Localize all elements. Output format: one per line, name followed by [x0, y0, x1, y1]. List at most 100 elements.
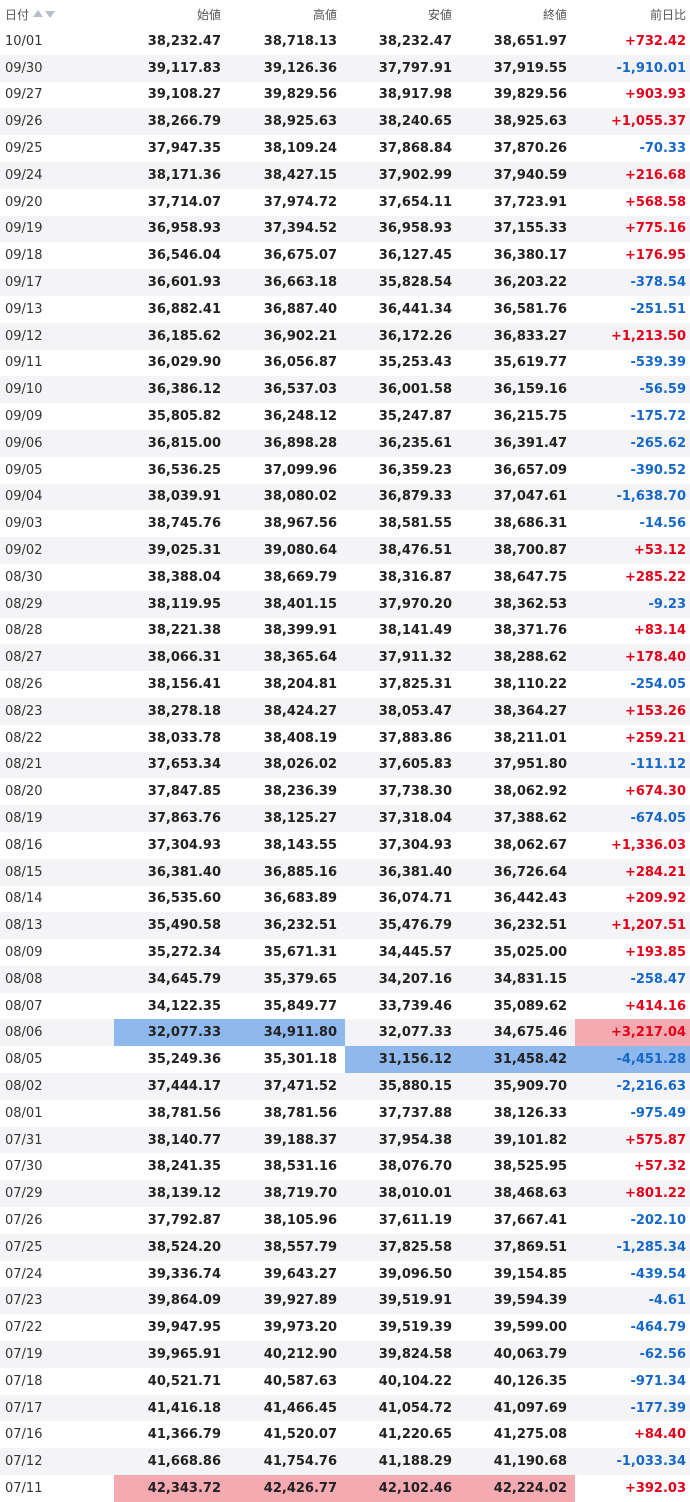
- high-cell: 38,026.02: [263, 757, 337, 773]
- date-cell: 08/19: [5, 811, 43, 826]
- low-cell: 39,824.58: [378, 1346, 452, 1362]
- low-cell: 37,738.30: [378, 784, 452, 800]
- high-cell: 39,188.37: [263, 1132, 337, 1148]
- low-cell: 37,605.83: [378, 757, 452, 773]
- table-row: 08/16 37,304.93 38,143.55 37,304.93 38,062.6…: [0, 832, 690, 859]
- low-cell: 38,010.01: [378, 1186, 452, 1202]
- open-cell: 36,381.40: [147, 864, 221, 880]
- high-cell: 38,105.96: [263, 1212, 337, 1228]
- date-cell: 09/26: [5, 114, 43, 130]
- change-cell: -56.59: [639, 382, 686, 398]
- high-cell: 41,520.07: [263, 1427, 337, 1443]
- close-cell: 42,224.02: [460, 1475, 575, 1502]
- table-row: 09/05 36,536.25 37,099.96 36,359.23 36,657.0…: [0, 457, 690, 484]
- change-cell: +3,217.04: [575, 1019, 690, 1047]
- change-cell: -971.34: [630, 1373, 686, 1389]
- table-row: 10/01 38,232.47 38,718.13 38,232.47 38,651.9…: [0, 28, 690, 55]
- change-cell: +1,055.37: [610, 114, 686, 130]
- high-cell: 35,379.65: [263, 971, 337, 987]
- close-cell: 37,951.80: [493, 757, 567, 773]
- high-cell: 40,587.63: [263, 1373, 337, 1389]
- table-row: 09/24 38,171.36 38,427.15 37,902.99 37,940.5…: [0, 161, 690, 189]
- date-cell: 08/29: [5, 596, 43, 612]
- close-cell: 38,362.53: [493, 596, 567, 612]
- low-cell: 37,797.91: [378, 60, 452, 76]
- table-row: 08/09 35,272.34 35,671.31 34,445.57 35,025.0…: [0, 939, 690, 966]
- low-cell: 38,316.87: [378, 569, 452, 585]
- open-cell: 34,645.79: [147, 971, 221, 987]
- header-date-cell[interactable]: 日付: [0, 0, 114, 28]
- change-cell: +732.42: [624, 33, 686, 49]
- high-cell: 38,424.27: [263, 703, 337, 719]
- close-cell: 37,869.51: [493, 1239, 567, 1255]
- table-row: 09/03 38,745.76 38,967.56 38,581.55 38,686.3…: [0, 510, 690, 537]
- table-row: 08/28 38,221.38 38,399.91 38,141.49 38,371.7…: [0, 618, 690, 645]
- date-cell: 07/11: [5, 1480, 43, 1496]
- open-cell: 38,119.95: [147, 596, 221, 612]
- open-cell: 36,958.93: [147, 221, 221, 237]
- change-cell: -378.54: [630, 275, 686, 291]
- low-cell: 36,235.61: [378, 435, 452, 451]
- close-cell: 37,870.26: [493, 141, 567, 157]
- low-cell: 37,825.58: [378, 1239, 452, 1255]
- change-cell: -439.54: [630, 1266, 686, 1282]
- high-cell: 35,671.31: [263, 944, 337, 960]
- date-cell: 09/18: [5, 248, 43, 264]
- table-row: 07/18 40,521.71 40,587.63 40,104.22 40,126.3…: [0, 1368, 690, 1395]
- open-cell: 36,601.93: [147, 275, 221, 291]
- change-cell: -1,910.01: [616, 60, 686, 76]
- open-cell: 38,139.12: [147, 1186, 221, 1202]
- high-cell: 36,248.12: [263, 409, 337, 425]
- open-cell: 37,947.35: [147, 141, 221, 157]
- close-cell: 36,159.16: [493, 382, 567, 398]
- date-cell: 08/20: [5, 784, 43, 800]
- change-cell: -4.61: [648, 1293, 686, 1309]
- sort-descending-icon[interactable]: [45, 11, 56, 18]
- table-row: 08/02 37,444.17 37,471.52 35,880.15 35,909.7…: [0, 1073, 690, 1100]
- date-cell: 08/08: [5, 971, 43, 987]
- date-cell: 07/17: [5, 1400, 43, 1416]
- close-cell: 37,047.61: [493, 489, 567, 505]
- low-cell: 38,240.65: [378, 114, 452, 130]
- high-cell: 39,829.56: [263, 87, 337, 103]
- open-cell: 41,416.18: [147, 1400, 221, 1416]
- change-cell: +392.03: [624, 1480, 686, 1496]
- change-cell: -975.49: [630, 1105, 686, 1121]
- open-cell: 36,535.60: [147, 891, 221, 907]
- date-cell: 09/02: [5, 543, 43, 559]
- sort-controls[interactable]: [33, 10, 56, 18]
- low-cell: 36,359.23: [378, 462, 452, 478]
- date-cell: 10/01: [5, 33, 43, 49]
- low-cell: 34,445.57: [378, 944, 452, 960]
- high-cell: 38,399.91: [263, 623, 337, 639]
- high-cell: 38,557.79: [263, 1239, 337, 1255]
- low-cell: 37,737.88: [378, 1105, 452, 1121]
- open-cell: 38,524.20: [147, 1239, 221, 1255]
- change-cell: -1,033.34: [616, 1454, 686, 1470]
- high-cell: 36,887.40: [263, 301, 337, 317]
- header-date-label: 日付: [5, 7, 30, 22]
- table-row: 07/24 39,336.74 39,643.27 39,096.50 39,154.8…: [0, 1261, 690, 1288]
- close-cell: 39,829.56: [493, 87, 567, 103]
- close-cell: 38,288.62: [493, 650, 567, 666]
- table-row: 07/22 39,947.95 39,973.20 39,519.39 39,599.0…: [0, 1314, 690, 1341]
- sort-ascending-icon[interactable]: [33, 10, 44, 17]
- date-cell: 08/01: [5, 1105, 43, 1121]
- table-row: 08/23 38,278.18 38,424.27 38,053.47 38,364.2…: [0, 697, 690, 725]
- open-cell: 38,156.41: [147, 677, 221, 693]
- date-cell: 08/06: [5, 1025, 43, 1041]
- date-cell: 08/23: [5, 703, 43, 719]
- date-cell: 08/07: [5, 998, 43, 1014]
- close-cell: 40,126.35: [493, 1373, 567, 1389]
- change-cell: -111.12: [630, 757, 686, 773]
- change-cell: -175.72: [630, 409, 686, 425]
- date-cell: 07/24: [5, 1266, 43, 1282]
- close-cell: 38,468.63: [493, 1186, 567, 1202]
- table-row: 09/04 38,039.91 38,080.02 36,879.33 37,047.6…: [0, 483, 690, 511]
- low-cell: 39,519.91: [378, 1293, 452, 1309]
- table-row: 09/18 36,546.04 36,675.07 36,127.45 36,380.1…: [0, 242, 690, 269]
- open-cell: 36,386.12: [147, 382, 221, 398]
- change-cell: -177.39: [630, 1400, 686, 1416]
- open-cell: 34,122.35: [147, 998, 221, 1014]
- open-cell: 35,249.36: [147, 1052, 221, 1068]
